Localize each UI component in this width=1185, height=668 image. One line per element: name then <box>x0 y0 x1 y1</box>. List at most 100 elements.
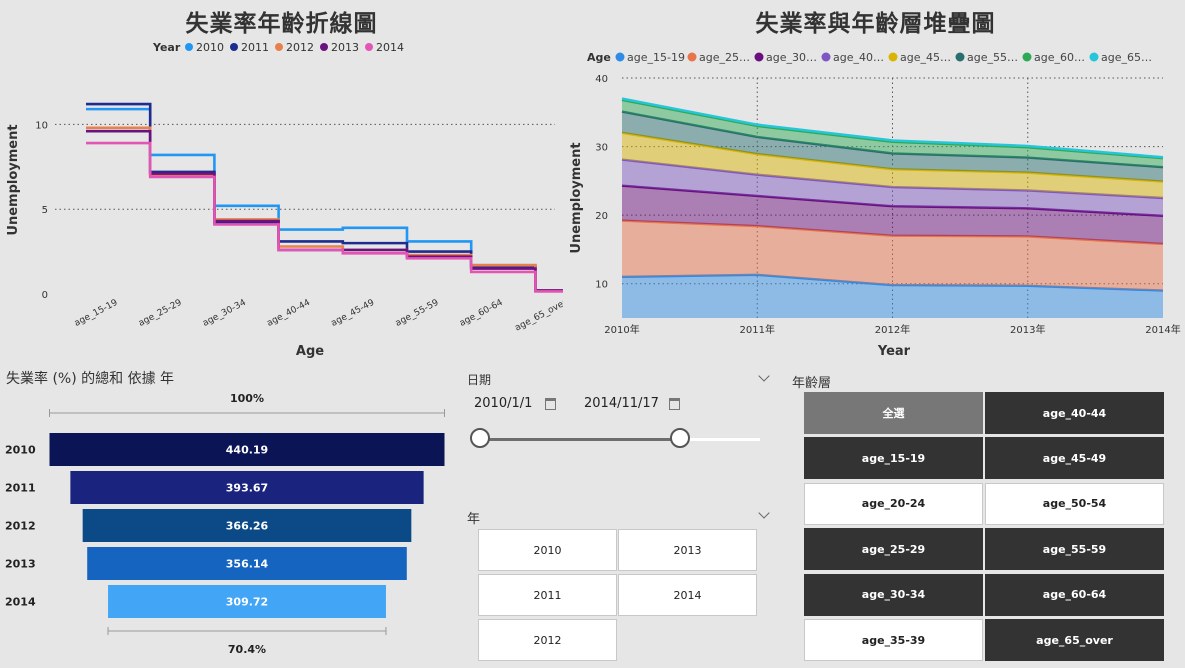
age-option-age_45-49[interactable]: age_45-49 <box>985 437 1164 480</box>
age-option-age_40-44[interactable]: age_40-44 <box>985 392 1164 434</box>
x-tick-label: age_55-59 <box>394 298 441 329</box>
x-tick-label: 2013年 <box>1010 323 1045 336</box>
year-option-2012[interactable]: 2012 <box>478 619 617 661</box>
legend-marker <box>821 52 831 62</box>
date-slider-end-handle[interactable] <box>670 428 690 448</box>
legend-marker <box>1089 52 1099 62</box>
legend-title: Age <box>587 51 611 64</box>
funnel-category-label: 2013 <box>5 558 36 571</box>
funnel-category-label: 2011 <box>5 482 36 495</box>
x-tick-label: 2014年 <box>1145 323 1180 336</box>
x-tick-label: age_60-64 <box>458 298 505 329</box>
y-axis-title: Unemployment <box>6 124 21 235</box>
legend-label: 2010 <box>196 41 224 54</box>
x-tick-label: age_65_over <box>514 298 563 334</box>
age-option-age_50-54[interactable]: age_50-54 <box>985 482 1164 525</box>
year-option-2014[interactable]: 2014 <box>618 574 757 616</box>
funnel-category-label: 2012 <box>5 520 36 533</box>
funnel-category-label: 2014 <box>5 596 36 609</box>
y-tick-label: 5 <box>42 205 48 216</box>
age-slicer-panel: 年齡層 全選 age_40-44 age_15-19 age_45-49 age_20-… <box>782 366 1185 668</box>
legend-marker <box>687 52 697 62</box>
funnel-bottom-percent: 70.4% <box>228 643 266 656</box>
y-tick-label: 10 <box>595 280 608 291</box>
age-option-age_15-19[interactable]: age_15-19 <box>804 437 983 480</box>
x-tick-label: 2012年 <box>875 323 910 336</box>
x-tick-label: age_15-19 <box>73 298 120 329</box>
y-tick-label: 40 <box>595 74 608 85</box>
age-option-age_55-59[interactable]: age_55-59 <box>985 528 1164 571</box>
x-tick-label: 2010年 <box>604 323 639 336</box>
age-option-age_25-29[interactable]: age_25-29 <box>804 528 983 571</box>
legend-marker <box>275 43 283 51</box>
legend-label: 2012 <box>286 41 314 54</box>
legend-label: age_60… <box>1034 51 1085 64</box>
y-tick-label: 10 <box>35 120 48 131</box>
legend-marker <box>320 43 328 51</box>
age-option-age_30-34[interactable]: age_30-34 <box>804 573 983 616</box>
funnel-chart-svg: 100% 440.19 2010 393.67 2011 366.26 2012 356.14… <box>5 392 445 656</box>
x-tick-label: 2011年 <box>740 323 775 336</box>
age-option-age_60-64[interactable]: age_60-64 <box>985 573 1164 616</box>
date-start-value: 2010/1/1 <box>474 396 533 411</box>
funnel-top-percent: 100% <box>230 392 264 405</box>
legend-label: age_55… <box>967 51 1018 64</box>
legend-marker <box>1022 52 1032 62</box>
legend-label: age_65… <box>1101 51 1152 64</box>
x-tick-label: age_40-44 <box>265 298 312 329</box>
series-line-2011 <box>86 102 563 292</box>
calendar-icon[interactable] <box>544 397 556 410</box>
age-slicer-title: 年齡層 <box>792 376 832 391</box>
date-slicer-panel: 日期 2010/1/1 2014/11/17 <box>458 366 776 492</box>
legend-marker <box>615 52 625 62</box>
funnel-value-label: 440.19 <box>226 444 268 457</box>
x-tick-label: age_45-49 <box>330 298 377 329</box>
date-end-value: 2014/11/17 <box>584 396 659 411</box>
legend-marker <box>230 43 238 51</box>
age-option-age_20-24[interactable]: age_20-24 <box>804 482 983 525</box>
funnel-value-label: 366.26 <box>226 520 269 533</box>
age-option-select-all[interactable]: 全選 <box>804 392 983 434</box>
funnel-value-label: 356.14 <box>226 558 269 571</box>
area-chart-svg: 10 20 30 40 2010年 2011年 2012年 2013年 2014年 Year Une… <box>569 51 1181 359</box>
x-tick-label: age_30-34 <box>201 298 248 329</box>
legend-marker <box>955 52 965 62</box>
funnel-chart-panel: 失業率 (%) 的總和 依據 年 100% 440.19 2010 393.67 201… <box>0 366 452 668</box>
legend-label: age_40… <box>833 51 884 64</box>
legend-title: Year <box>152 41 181 54</box>
age-option-age_65_over[interactable]: age_65_over <box>985 619 1164 661</box>
legend-label: age_30… <box>766 51 817 64</box>
date-slider-fill <box>480 438 680 441</box>
chevron-down-icon[interactable] <box>758 370 770 382</box>
y-axis-title: Unemployment <box>569 142 584 253</box>
year-slicer-title: 年 <box>467 512 481 527</box>
calendar-icon[interactable] <box>669 397 681 410</box>
date-end-field[interactable]: 2014/11/17 <box>584 396 681 411</box>
legend-marker <box>754 52 764 62</box>
chevron-down-icon[interactable] <box>758 507 770 519</box>
year-option-2013[interactable]: 2013 <box>618 529 757 571</box>
year-option-2010[interactable]: 2010 <box>478 529 617 571</box>
x-axis-title: Age <box>296 344 324 359</box>
line-chart-panel: 失業率年齡折線圖 0 5 10 age_15-19 age_25-29 age_30-34… <box>0 0 563 362</box>
legend-label: 2013 <box>331 41 359 54</box>
date-slicer-title: 日期 <box>467 373 492 387</box>
funnel-category-label: 2010 <box>5 444 36 457</box>
legend-label: 2014 <box>376 41 404 54</box>
legend-label: age_45… <box>900 51 951 64</box>
age-option-age_35-39[interactable]: age_35-39 <box>804 619 983 661</box>
date-slider-start-handle[interactable] <box>470 428 490 448</box>
year-option-2011[interactable]: 2011 <box>478 574 617 616</box>
series-line-2010 <box>86 107 563 292</box>
date-start-field[interactable]: 2010/1/1 <box>474 396 556 411</box>
x-tick-label: age_25-29 <box>137 298 184 329</box>
funnel-top-bracket <box>49 409 445 417</box>
y-tick-label: 20 <box>595 211 608 222</box>
funnel-value-label: 309.72 <box>226 596 268 609</box>
year-slicer-panel: 年 2010 2013 2011 2014 2012 <box>458 500 776 668</box>
legend-marker <box>365 43 373 51</box>
legend-label: age_25… <box>699 51 750 64</box>
funnel-bottom-bracket <box>107 627 387 635</box>
x-axis-title: Year <box>877 344 911 359</box>
area-chart-panel: 失業率與年齡層堆疊圖 10 20 30 40 2010年 2011年 2012年 2013年 2… <box>566 0 1185 362</box>
